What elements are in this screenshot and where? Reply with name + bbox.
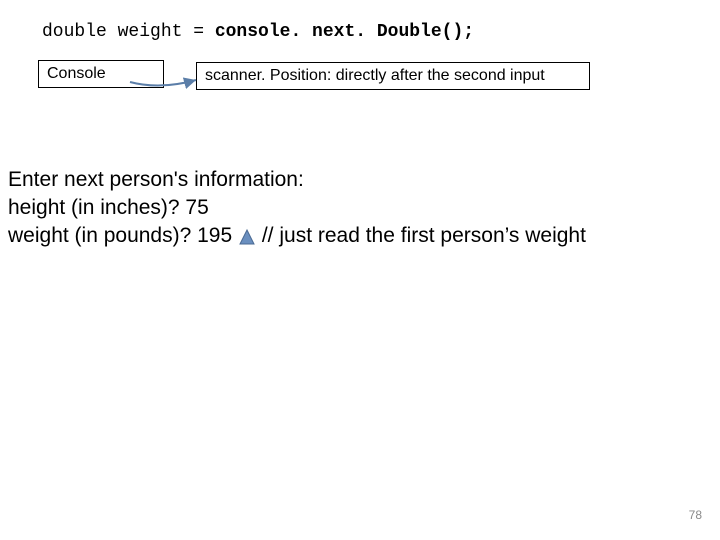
console-output: Enter next person's information: height …: [8, 166, 586, 250]
output-line-1: Enter next person's information:: [8, 166, 586, 194]
output-line-3-comment: // just read the first person’s weight: [262, 224, 586, 247]
scanner-box: scanner. Position: directly after the se…: [196, 62, 590, 90]
output-line-3: weight (in pounds)? 195 // just read the…: [8, 222, 586, 250]
output-line-3-prefix: weight (in pounds)? 195: [8, 224, 238, 247]
code-line: double weight = console. next. Double();: [42, 22, 474, 42]
console-label: Console: [47, 65, 106, 82]
code-bold: console. next. Double();: [215, 22, 474, 42]
console-box: Console: [38, 60, 164, 88]
output-line-2: height (in inches)? 75: [8, 194, 586, 222]
cursor-marker-icon: [238, 228, 256, 246]
page-number: 78: [689, 508, 702, 522]
scanner-label: scanner. Position: directly after the se…: [205, 67, 545, 84]
code-prefix: double weight =: [42, 22, 215, 42]
